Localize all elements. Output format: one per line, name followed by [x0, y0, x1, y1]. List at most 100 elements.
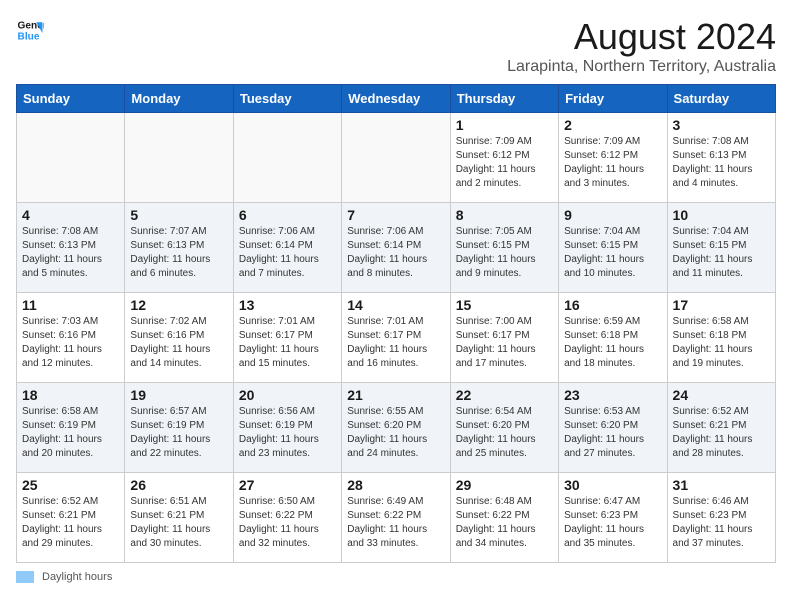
day-header-cell: Wednesday	[342, 85, 450, 113]
calendar-cell	[125, 113, 233, 203]
day-header-row: SundayMondayTuesdayWednesdayThursdayFrid…	[17, 85, 776, 113]
calendar-cell	[342, 113, 450, 203]
cell-detail: Sunrise: 7:04 AM Sunset: 6:15 PM Dayligh…	[673, 225, 770, 281]
day-header-cell: Sunday	[17, 85, 125, 113]
cell-detail: Sunrise: 6:52 AM Sunset: 6:21 PM Dayligh…	[22, 495, 119, 551]
day-number: 3	[673, 117, 770, 133]
calendar-week-row: 25Sunrise: 6:52 AM Sunset: 6:21 PM Dayli…	[17, 473, 776, 563]
day-number: 5	[130, 207, 227, 223]
day-number: 17	[673, 297, 770, 313]
calendar-cell: 11Sunrise: 7:03 AM Sunset: 6:16 PM Dayli…	[17, 293, 125, 383]
day-number: 22	[456, 387, 553, 403]
calendar-week-row: 18 Sunrise: 6:58 AM Sunset: 6:19 PM Dayli…	[17, 383, 776, 473]
day-number: 31	[673, 477, 770, 493]
cell-detail: Sunrise: 7:06 AM Sunset: 6:14 PM Dayligh…	[239, 225, 336, 281]
cell-detail: Sunrise: 7:01 AM Sunset: 6:17 PM Dayligh…	[347, 315, 444, 371]
calendar-subtitle: Larapinta, Northern Territory, Australia	[507, 58, 776, 76]
footer: Daylight hours	[16, 571, 776, 583]
calendar-cell: 28 Sunrise: 6:49 AM Sunset: 6:22 PM Dayli…	[342, 473, 450, 563]
calendar-cell: 17Sunrise: 6:58 AM Sunset: 6:18 PM Dayli…	[667, 293, 775, 383]
day-number: 2	[564, 117, 661, 133]
calendar-cell: 3 Sunrise: 7:08 AM Sunset: 6:13 PM Daylig…	[667, 113, 775, 203]
day-header-cell: Thursday	[450, 85, 558, 113]
calendar-cell: 21Sunrise: 6:55 AM Sunset: 6:20 PM Dayli…	[342, 383, 450, 473]
title-block: August 2024 Larapinta, Northern Territor…	[507, 16, 776, 76]
day-number: 29	[456, 477, 553, 493]
day-number: 12	[130, 297, 227, 313]
day-number: 1	[456, 117, 553, 133]
calendar-cell: 22 Sunrise: 6:54 AM Sunset: 6:20 PM Dayli…	[450, 383, 558, 473]
calendar-cell: 27Sunrise: 6:50 AM Sunset: 6:22 PM Dayli…	[233, 473, 341, 563]
cell-detail: Sunrise: 6:47 AM Sunset: 6:23 PM Dayligh…	[564, 495, 661, 551]
day-number: 23	[564, 387, 661, 403]
day-number: 10	[673, 207, 770, 223]
cell-detail: Sunrise: 6:49 AM Sunset: 6:22 PM Dayligh…	[347, 495, 444, 551]
day-header-cell: Friday	[559, 85, 667, 113]
cell-detail: Sunrise: 6:48 AM Sunset: 6:22 PM Dayligh…	[456, 495, 553, 551]
calendar-cell: 29 Sunrise: 6:48 AM Sunset: 6:22 PM Dayli…	[450, 473, 558, 563]
day-number: 9	[564, 207, 661, 223]
calendar-cell: 1Sunrise: 7:09 AM Sunset: 6:12 PM Daylig…	[450, 113, 558, 203]
cell-detail: Sunrise: 7:00 AM Sunset: 6:17 PM Dayligh…	[456, 315, 553, 371]
calendar-cell: 4Sunrise: 7:08 AM Sunset: 6:13 PM Daylig…	[17, 203, 125, 293]
calendar-week-row: 1 Sunrise: 7:09 AM Sunset: 6:12 PM Daylig…	[17, 113, 776, 203]
cell-detail: Sunrise: 6:59 AM Sunset: 6:18 PM Dayligh…	[564, 315, 661, 371]
calendar-cell: 14Sunrise: 7:01 AM Sunset: 6:17 PM Dayli…	[342, 293, 450, 383]
day-number: 15	[456, 297, 553, 313]
cell-detail: Sunrise: 6:54 AM Sunset: 6:20 PM Dayligh…	[456, 405, 553, 461]
cell-detail: Sunrise: 6:46 AM Sunset: 6:23 PM Dayligh…	[673, 495, 770, 551]
day-number: 18	[22, 387, 119, 403]
calendar-cell: 30 Sunrise: 6:47 AM Sunset: 6:23 PM Dayli…	[559, 473, 667, 563]
cell-detail: Sunrise: 7:07 AM Sunset: 6:13 PM Dayligh…	[130, 225, 227, 281]
calendar-cell: 31 Sunrise: 6:46 AM Sunset: 6:23 PM Dayli…	[667, 473, 775, 563]
day-number: 30	[564, 477, 661, 493]
day-number: 26	[130, 477, 227, 493]
daylight-swatch	[16, 571, 34, 583]
day-number: 6	[239, 207, 336, 223]
day-header-cell: Monday	[125, 85, 233, 113]
cell-detail: Sunrise: 6:53 AM Sunset: 6:20 PM Dayligh…	[564, 405, 661, 461]
calendar-table: SundayMondayTuesdayWednesdayThursdayFrid…	[16, 84, 776, 563]
day-number: 21	[347, 387, 444, 403]
calendar-cell: 13 Sunrise: 7:01 AM Sunset: 6:17 PM Dayli…	[233, 293, 341, 383]
cell-detail: Sunrise: 6:57 AM Sunset: 6:19 PM Dayligh…	[130, 405, 227, 461]
cell-detail: Sunrise: 7:01 AM Sunset: 6:17 PM Dayligh…	[239, 315, 336, 371]
day-number: 19	[130, 387, 227, 403]
day-number: 16	[564, 297, 661, 313]
calendar-cell: 10 Sunrise: 7:04 AM Sunset: 6:15 PM Dayli…	[667, 203, 775, 293]
calendar-title: August 2024	[507, 16, 776, 58]
cell-detail: Sunrise: 7:08 AM Sunset: 6:13 PM Dayligh…	[673, 135, 770, 191]
day-number: 13	[239, 297, 336, 313]
calendar-week-row: 11Sunrise: 7:03 AM Sunset: 6:16 PM Dayli…	[17, 293, 776, 383]
day-header-cell: Saturday	[667, 85, 775, 113]
day-header-cell: Tuesday	[233, 85, 341, 113]
day-number: 27	[239, 477, 336, 493]
calendar-cell: 16 Sunrise: 6:59 AM Sunset: 6:18 PM Dayli…	[559, 293, 667, 383]
cell-detail: Sunrise: 6:58 AM Sunset: 6:19 PM Dayligh…	[22, 405, 119, 461]
calendar-cell: 25Sunrise: 6:52 AM Sunset: 6:21 PM Dayli…	[17, 473, 125, 563]
cell-detail: Sunrise: 6:51 AM Sunset: 6:21 PM Dayligh…	[130, 495, 227, 551]
day-number: 20	[239, 387, 336, 403]
calendar-cell: 20Sunrise: 6:56 AM Sunset: 6:19 PM Dayli…	[233, 383, 341, 473]
calendar-cell: 6 Sunrise: 7:06 AM Sunset: 6:14 PM Daylig…	[233, 203, 341, 293]
day-number: 28	[347, 477, 444, 493]
cell-detail: Sunrise: 7:09 AM Sunset: 6:12 PM Dayligh…	[564, 135, 661, 191]
calendar-cell: 9Sunrise: 7:04 AM Sunset: 6:15 PM Daylig…	[559, 203, 667, 293]
calendar-cell: 26 Sunrise: 6:51 AM Sunset: 6:21 PM Dayli…	[125, 473, 233, 563]
footer-label: Daylight hours	[42, 571, 112, 583]
calendar-week-row: 4Sunrise: 7:08 AM Sunset: 6:13 PM Daylig…	[17, 203, 776, 293]
day-number: 8	[456, 207, 553, 223]
cell-detail: Sunrise: 7:06 AM Sunset: 6:14 PM Dayligh…	[347, 225, 444, 281]
cell-detail: Sunrise: 7:05 AM Sunset: 6:15 PM Dayligh…	[456, 225, 553, 281]
calendar-cell: 23 Sunrise: 6:53 AM Sunset: 6:20 PM Dayli…	[559, 383, 667, 473]
calendar-cell: 24Sunrise: 6:52 AM Sunset: 6:21 PM Dayli…	[667, 383, 775, 473]
cell-detail: Sunrise: 7:03 AM Sunset: 6:16 PM Dayligh…	[22, 315, 119, 371]
logo-icon: General Blue	[16, 16, 44, 44]
calendar-cell: 2 Sunrise: 7:09 AM Sunset: 6:12 PM Daylig…	[559, 113, 667, 203]
calendar-cell: 8 Sunrise: 7:05 AM Sunset: 6:15 PM Daylig…	[450, 203, 558, 293]
calendar-cell: 5 Sunrise: 7:07 AM Sunset: 6:13 PM Daylig…	[125, 203, 233, 293]
calendar-cell: 18 Sunrise: 6:58 AM Sunset: 6:19 PM Dayli…	[17, 383, 125, 473]
page-header: General Blue August 2024 Larapinta, Nort…	[16, 16, 776, 76]
calendar-cell	[17, 113, 125, 203]
calendar-cell	[233, 113, 341, 203]
